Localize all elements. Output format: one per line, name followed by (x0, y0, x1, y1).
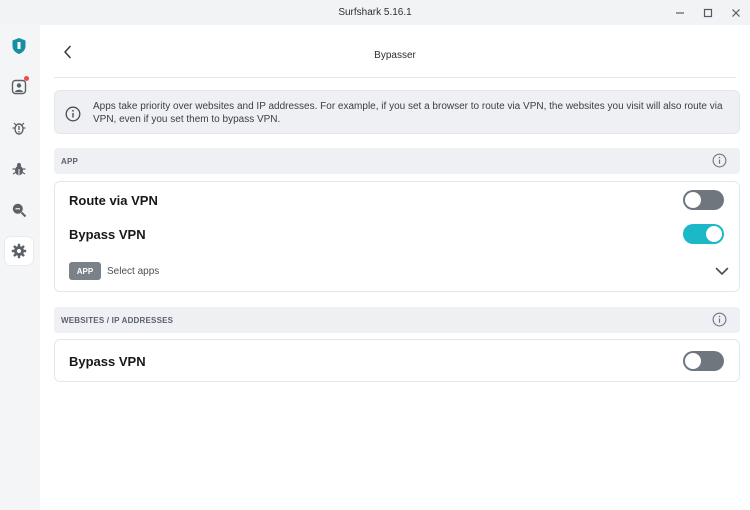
main-panel: Bypasser Apps take priority over website… (40, 25, 750, 510)
websites-bypass-vpn-toggle[interactable] (683, 351, 724, 371)
title-bar: Surfshark 5.16.1 (0, 0, 750, 25)
account-icon (11, 79, 27, 95)
toggle-knob (685, 192, 701, 208)
app-badge: APP (69, 262, 101, 280)
info-text: Apps take priority over websites and IP … (93, 101, 723, 125)
toggle-knob (685, 353, 701, 369)
minimize-icon (676, 11, 684, 14)
websites-bypass-vpn-label: Bypass VPN (69, 354, 146, 369)
window-controls (666, 0, 750, 25)
route-via-vpn-label: Route via VPN (69, 193, 158, 208)
info-icon (65, 106, 81, 127)
websites-section-header: WEBSITES / IP ADDRESSES (54, 307, 740, 333)
app-section-label: APP (61, 157, 79, 166)
select-apps-label[interactable]: Select apps (107, 266, 159, 277)
page-title: Bypasser (374, 50, 416, 61)
page-header: Bypasser (54, 25, 736, 78)
chevron-down-icon (715, 267, 729, 275)
alert-bug-icon (12, 122, 26, 135)
search-privacy-icon (12, 203, 27, 218)
websites-section-info-icon[interactable] (712, 312, 727, 332)
close-button[interactable] (722, 0, 750, 25)
app-bypass-vpn-toggle[interactable] (683, 224, 724, 244)
info-banner: Apps take priority over websites and IP … (54, 90, 740, 134)
sidebar-item-alert[interactable] (5, 114, 33, 142)
settings-gear-icon (11, 243, 27, 259)
select-apps-expand-button[interactable] (714, 264, 730, 278)
sidebar (0, 25, 40, 510)
maximize-icon (703, 8, 713, 17)
surfshark-shield-icon (12, 38, 26, 54)
sidebar-item-home[interactable] (5, 32, 33, 60)
notification-dot (24, 76, 29, 81)
close-icon (732, 8, 740, 17)
app-section-info-icon[interactable] (712, 153, 727, 173)
websites-section-label: WEBSITES / IP ADDRESSES (61, 316, 174, 325)
sidebar-item-account[interactable] (5, 73, 33, 101)
app-settings-card: Route via VPN Bypass VPN APP Select apps (54, 181, 740, 292)
window-title: Surfshark 5.16.1 (338, 7, 412, 18)
app-bypass-vpn-label: Bypass VPN (69, 227, 146, 242)
maximize-button[interactable] (694, 0, 722, 25)
sidebar-item-settings[interactable] (5, 237, 33, 265)
sidebar-item-search[interactable] (5, 196, 33, 224)
toggle-knob (706, 226, 722, 242)
minimize-button[interactable] (666, 0, 694, 25)
route-via-vpn-toggle[interactable] (683, 190, 724, 210)
sidebar-item-antivirus[interactable] (5, 155, 33, 183)
app-section-header: APP (54, 148, 740, 174)
websites-settings-card: Bypass VPN (54, 339, 740, 382)
antivirus-icon (12, 163, 26, 176)
